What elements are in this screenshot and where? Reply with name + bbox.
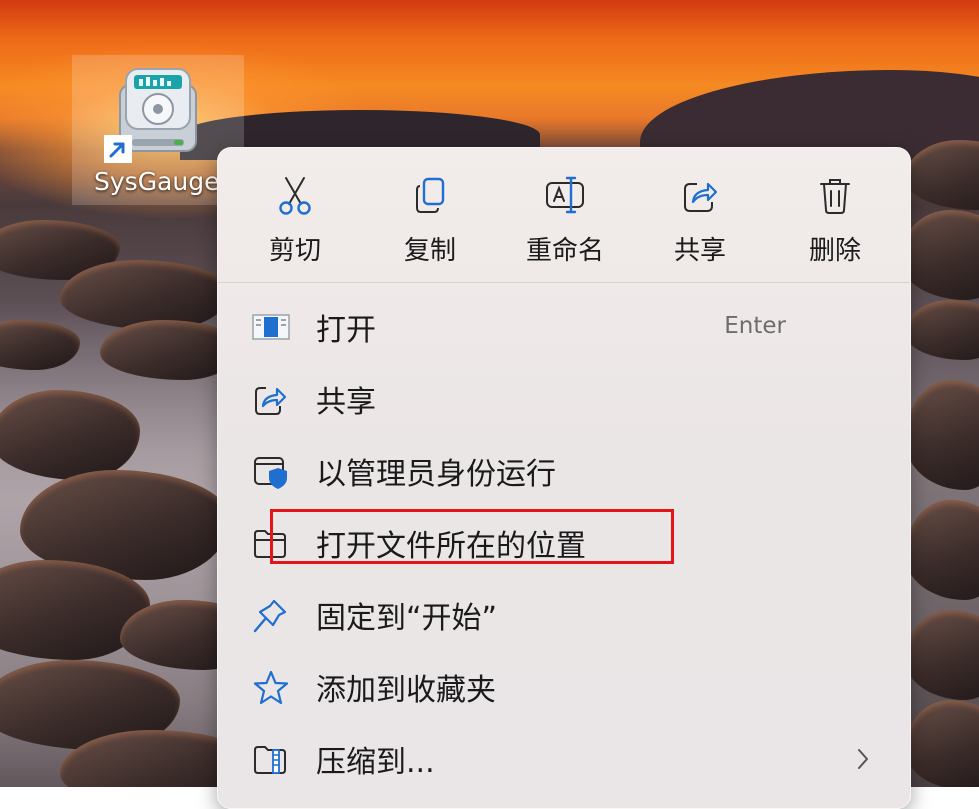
menu-item-compress-to[interactable]: 压缩到... [218, 723, 910, 795]
rename-icon [546, 176, 584, 214]
menu-item-label: 共享 [316, 385, 376, 420]
rock [0, 390, 140, 480]
rock [905, 700, 979, 787]
menu-item-add-to-favorites[interactable]: 添加到收藏夹 [218, 651, 910, 723]
rock [900, 210, 979, 300]
context-menu-toolbar: 剪切 复制 重命名 共享 删除 [218, 148, 910, 283]
rock [905, 300, 979, 360]
cut-button[interactable]: 剪切 [227, 148, 363, 282]
copy-icon [416, 177, 445, 213]
share-button[interactable]: 共享 [632, 148, 768, 282]
annotation-highlight-box [270, 509, 674, 564]
open-app-icon [252, 314, 290, 340]
menu-item-pin-to-start[interactable]: 固定到“开始” [218, 579, 910, 651]
menu-item-share[interactable]: 共享 [218, 363, 910, 435]
cut-label: 剪切 [268, 236, 321, 266]
star-icon [253, 670, 289, 705]
accelerator-hint: Enter [724, 313, 786, 339]
shield-icon [254, 457, 287, 489]
share-label: 共享 [673, 236, 726, 266]
menu-item-label: 打开 [316, 313, 376, 348]
rename-label: 重命名 [525, 236, 604, 266]
rock [905, 500, 979, 600]
rename-button[interactable]: 重命名 [497, 148, 633, 282]
rock [905, 610, 979, 700]
menu-item-label: 压缩到... [316, 745, 435, 780]
copy-label: 复制 [403, 236, 456, 266]
shortcut-arrow-icon [104, 135, 132, 163]
scissors-icon [279, 177, 311, 215]
trash-icon [820, 179, 850, 214]
menu-item-label: 以管理员身份运行 [316, 457, 556, 492]
menu-item-label: 添加到收藏夹 [316, 673, 496, 708]
desktop-icon-label: SysGauge [94, 167, 220, 196]
copy-button[interactable]: 复制 [362, 148, 498, 282]
chevron-right-icon [858, 749, 868, 769]
context-menu: 剪切 复制 重命名 共享 删除 打开 Enter 共享 以管理员身份运行 打开文… [217, 147, 911, 809]
rock [60, 260, 230, 330]
delete-button[interactable]: 删除 [767, 148, 903, 282]
pin-icon [253, 599, 287, 633]
menu-item-open[interactable]: 打开 Enter [218, 291, 910, 363]
zip-folder-icon [254, 746, 286, 774]
delete-label: 删除 [808, 236, 861, 266]
share-icon [255, 387, 287, 415]
rock [905, 380, 979, 490]
menu-item-run-as-admin[interactable]: 以管理员身份运行 [218, 435, 910, 507]
menu-item-label: 固定到“开始” [316, 601, 498, 636]
share-icon [684, 182, 718, 212]
